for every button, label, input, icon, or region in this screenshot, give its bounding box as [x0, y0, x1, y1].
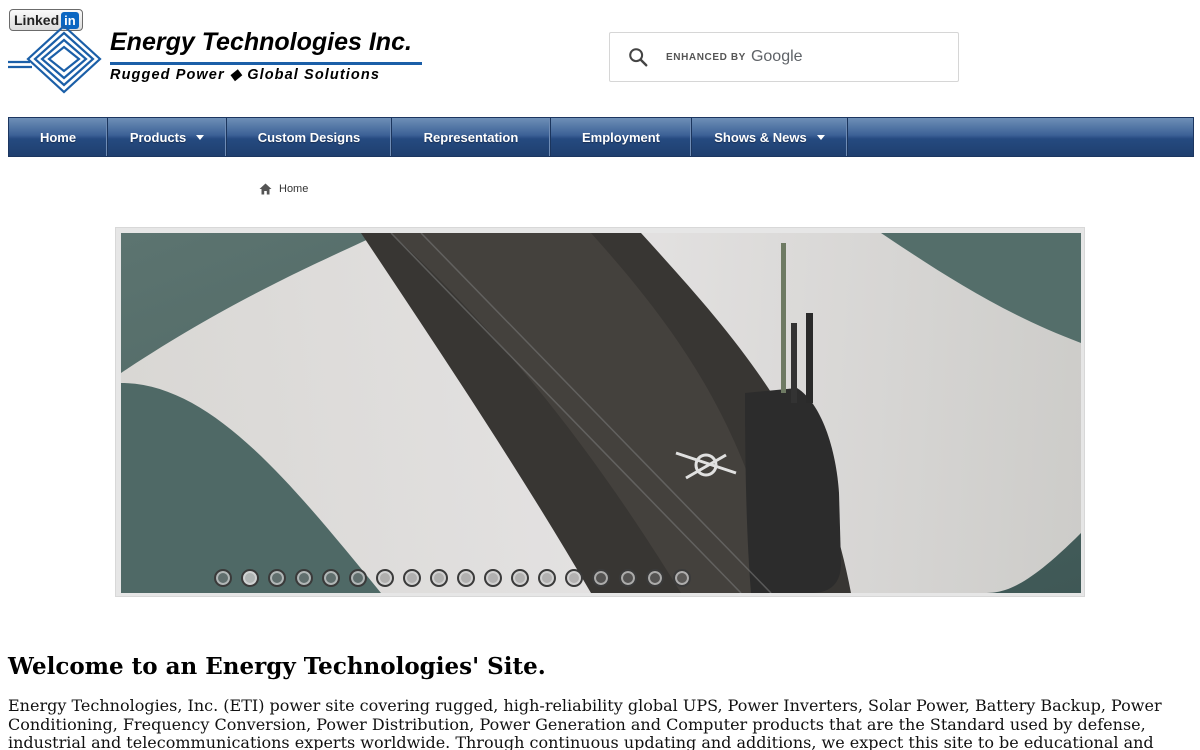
slider-dot[interactable] [646, 569, 664, 587]
search-icon[interactable] [627, 46, 649, 68]
slider-dot[interactable] [538, 569, 556, 587]
company-tagline: Rugged Power ◆ Global Solutions [110, 67, 381, 83]
slider-dot[interactable] [295, 569, 313, 587]
slide-image-submarine [121, 233, 1081, 593]
nav-item-label: Home [39, 129, 77, 145]
slider-dot[interactable] [214, 569, 232, 587]
slider-dot[interactable] [565, 569, 583, 587]
slider-dot[interactable] [592, 569, 610, 587]
slider-dot[interactable] [457, 569, 475, 587]
main-nav: Home Products Custom Designs Representat… [8, 117, 1194, 157]
nav-item-representation[interactable]: Representation [392, 118, 551, 156]
page-title: Welcome to an Energy Technologies' Site. [8, 653, 546, 680]
slider-dot[interactable] [268, 569, 286, 587]
nav-item-label: Custom Designs [257, 129, 361, 145]
company-name: Energy Technologies Inc. [110, 28, 412, 56]
slider-pagination [214, 569, 691, 587]
slider-dot[interactable] [403, 569, 421, 587]
logo-divider [110, 62, 422, 65]
slider-dot[interactable] [376, 569, 394, 587]
nav-item-label: Employment [581, 129, 660, 145]
site-search[interactable]: ENHANCED BY Google [609, 32, 959, 82]
slider-dot[interactable] [619, 569, 637, 587]
slider-dot[interactable] [484, 569, 502, 587]
nav-item-custom-designs[interactable]: Custom Designs [227, 118, 392, 156]
nav-item-products[interactable]: Products [108, 118, 227, 156]
nav-item-label: Shows & News [714, 129, 807, 145]
slider-dot[interactable] [349, 569, 367, 587]
breadcrumb-home-link[interactable]: Home [279, 183, 308, 195]
search-enhanced-label: ENHANCED BY [666, 51, 746, 63]
search-input[interactable]: ENHANCED BY Google [666, 42, 956, 72]
nav-item-employment[interactable]: Employment [551, 118, 692, 156]
breadcrumb: Home [259, 183, 308, 195]
slider-dot[interactable] [511, 569, 529, 587]
nav-item-label: Products [129, 129, 187, 145]
slider-dot[interactable] [673, 569, 691, 587]
company-logo-icon[interactable] [8, 24, 110, 94]
slider-dot[interactable] [241, 569, 259, 587]
chevron-down-icon [196, 134, 205, 140]
intro-paragraph: Energy Technologies, Inc. (ETI) power si… [8, 696, 1162, 750]
chevron-down-icon [816, 134, 825, 140]
site-header: Linked in Energy Technologies Inc. Rugge… [0, 0, 1200, 110]
search-brand: Google [750, 48, 803, 65]
nav-item-shows-news[interactable]: Shows & News [692, 118, 848, 156]
home-icon [259, 183, 272, 195]
slider-dot[interactable] [322, 569, 340, 587]
nav-item-label: Representation [423, 129, 519, 145]
image-slider [115, 227, 1085, 597]
slider-dot[interactable] [430, 569, 448, 587]
nav-item-home[interactable]: Home [9, 118, 108, 156]
